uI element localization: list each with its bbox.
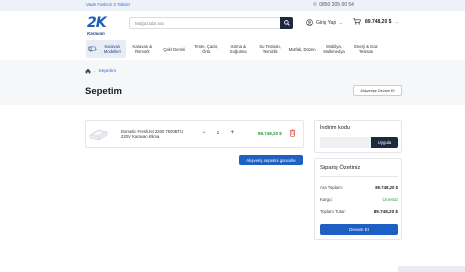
increase-quantity-button[interactable]: + [230,130,234,136]
breadcrumb: › Sepetim [85,68,116,74]
bottom-corner-bar [398,266,465,272]
trash-icon[interactable] [289,129,296,137]
shipping-value: Ücretsiz [382,197,398,202]
caravan-icon [88,46,97,52]
login-label: Giriş Yap [316,19,337,26]
summary-title: Sipariş Özetiniz [320,165,361,171]
search-icon [283,20,290,26]
breadcrumb-current[interactable]: Sepetim [99,69,117,74]
cart-items-table: Dometic FreshJet 2200 7500BTU 220V Karav… [85,120,304,148]
nav-item-mutfak[interactable]: Mutfak, Düzen [286,40,318,58]
login-link[interactable]: Giriş Yap ⌄ [306,19,342,26]
coupon-panel: İndirim kodu Uygula [314,120,402,153]
phone-number: 0850 305 00 54 [319,1,354,8]
main-nav: Karavan Modelleri Karavan & Römork Çekİ … [86,40,382,58]
nav-label: Isıtma & Soğutma [229,44,247,54]
page-title: Sepetim [85,86,122,97]
summary-divider [320,176,398,177]
page-header-band [0,60,465,105]
order-summary-panel: Sipariş Özetiniz Ara Toplam: 89.748,20 $… [314,158,402,240]
logo-mark: 2K [87,15,107,31]
nav-label: Karavan & Römork [132,44,153,54]
nav-item-tente[interactable]: Tente, Çadır, Örtü [190,40,222,58]
nav-label: Mutfak, Düzen [288,46,316,52]
continue-shopping-button[interactable]: Alışverişe Devam Et [353,85,402,96]
logo-subtitle: Karavan [87,31,105,36]
search-button[interactable] [280,17,293,29]
nav-item-isitma[interactable]: Isıtma & Soğutma [222,40,254,58]
top-info-bar: Vade Farksız 3 Taksit! ✆ 0850 305 00 54 [0,0,465,11]
checkout-continue-button[interactable]: Devam Et [320,224,398,235]
subtotal-label: Ara Toplam: [320,185,343,190]
total-label: Toplam Tutar: [320,209,347,214]
home-icon[interactable] [85,68,91,74]
nav-label: Tente, Çadır, Örtü [194,44,219,54]
nav-item-ceki-demiri[interactable]: Çekİ Demiri [158,40,190,58]
nav-label: Su Tesisatı, Temizlik [259,44,281,54]
subtotal-row: Ara Toplam: 89.748,20 $ [320,185,398,190]
nav-item-karavan-modelleri[interactable]: Karavan Modelleri [86,40,127,58]
decrease-quantity-button[interactable]: − [202,130,206,136]
nav-item-mobilya[interactable]: Mobilya, Multimedya [318,40,350,58]
nav-item-karavan-romork[interactable]: Karavan & Römork [126,40,158,58]
nav-label: Çekİ Demiri [163,46,186,52]
phone-contact[interactable]: ✆ 0850 305 00 54 [313,2,354,8]
shipping-row: Kargo: Ücretsiz [320,197,398,202]
coupon-input[interactable] [320,137,371,148]
chevron-down-icon: ⌄ [395,19,399,24]
product-image[interactable] [88,125,109,143]
phone-icon: ✆ [313,1,318,8]
subtotal-value: 89.748,20 $ [375,185,398,190]
line-item-price: 89.748,20 $ [258,130,282,136]
site-logo[interactable]: 2K Karavan [87,14,115,36]
air-conditioner-image [89,129,108,141]
header-cart[interactable]: 89.748,20 $ ⌄ [353,18,399,25]
search-bar: Mağazada ara [129,17,293,29]
product-name[interactable]: Dometic FreshJet 2200 7500BTU 220V Karav… [121,129,191,139]
cart-amount: 89.748,20 $ [365,18,392,25]
promo-text[interactable]: Vade Farksız 3 Taksit! [86,2,130,7]
quantity-stepper: − 1 + [202,128,234,138]
nav-item-su-tesisati[interactable]: Su Tesisatı, Temizlik [254,40,286,58]
search-input[interactable]: Mağazada ara [135,21,164,26]
user-icon [306,19,313,26]
coupon-label: İndirim kodu [320,125,350,131]
total-row: Toplam Tutar: 89.748,20 $ [320,209,398,214]
quantity-value[interactable]: 1 [217,131,220,136]
nav-label: Mobilya, Multimedya [323,44,345,54]
breadcrumb-separator-icon: › [94,68,96,74]
nav-label: Enerji & Gaz Tesisatı [354,44,378,54]
shipping-label: Kargo: [320,197,333,202]
total-value: 89.748,20 $ [373,209,398,214]
nav-label: Karavan Modelleri [103,44,121,54]
apply-coupon-button[interactable]: Uygula [371,137,398,148]
update-cart-button[interactable]: Alışveriş sepetini güncelle [239,155,303,165]
nav-item-enerji[interactable]: Enerji & Gaz Tesisatı [350,40,382,58]
chevron-down-icon: ⌄ [339,20,343,25]
cart-icon [353,18,361,25]
